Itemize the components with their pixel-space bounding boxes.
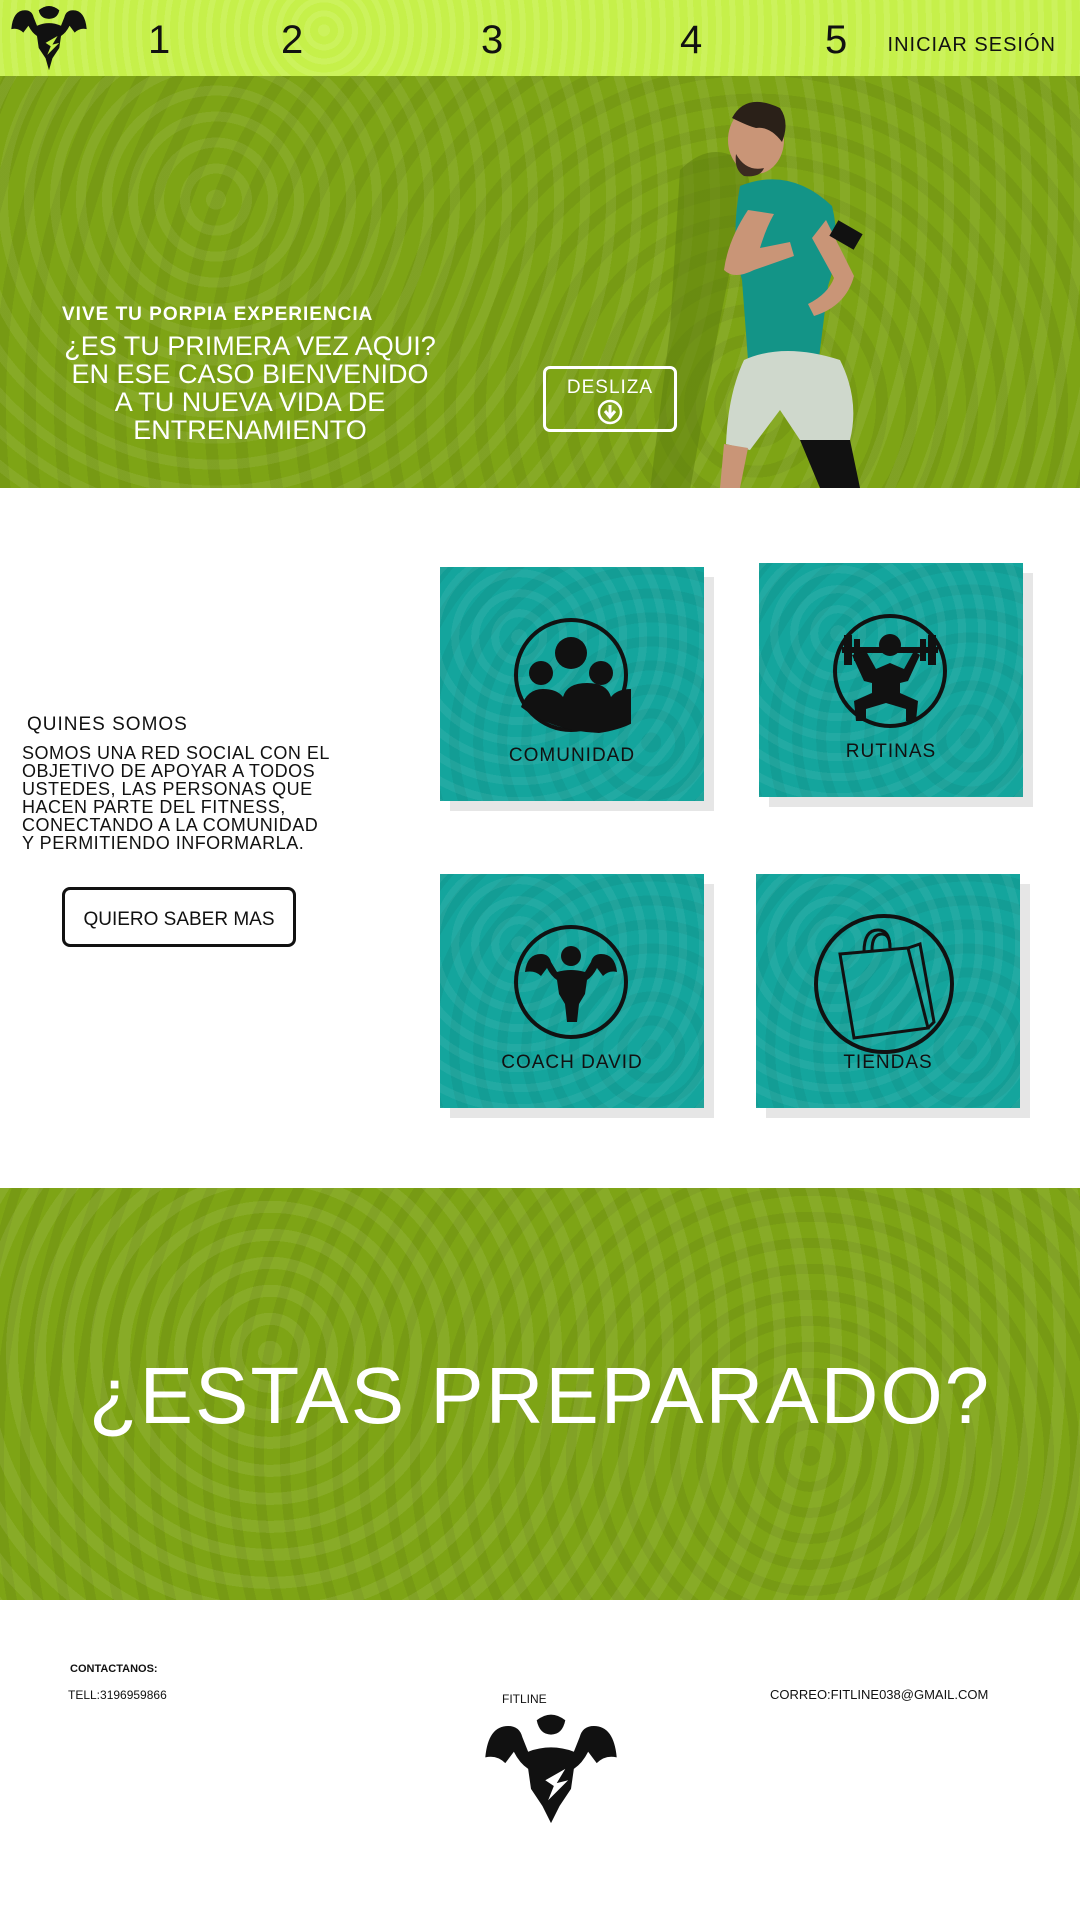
runner-image xyxy=(650,101,863,488)
card-label: RUTINAS xyxy=(845,741,937,762)
hero-tagline: VIVE TU PORPIA EXPERIENCIA xyxy=(62,304,374,325)
card-label: COACH DAVID xyxy=(501,1052,643,1073)
card-label: TIENDAS xyxy=(843,1052,933,1073)
learn-more-button[interactable]: QUIERO SABER MAS xyxy=(62,887,296,947)
ready-banner: ¿ESTAS PREPARADO? xyxy=(0,1188,1080,1600)
hero-title: ¿ES TU PRIMERA VEZ AQUI? EN ESE CASO BIE… xyxy=(64,331,436,445)
login-link[interactable]: INICIAR SESIÓN xyxy=(888,34,1056,57)
shopping-bag-icon xyxy=(814,914,954,1054)
card-label: COMUNIDAD xyxy=(508,745,636,766)
arrow-down-circle-icon xyxy=(597,399,623,425)
community-icon xyxy=(514,618,631,733)
about-text: SOMOS UNA RED SOCIAL CON EL OBJETIVO DE … xyxy=(22,743,330,853)
card-community[interactable]: COMUNIDAD xyxy=(440,567,704,801)
banner-heading: ¿ESTAS PREPARADO? xyxy=(88,1351,992,1440)
nav-item-5[interactable]: 5 xyxy=(825,18,847,63)
scroll-label: DESLIZA xyxy=(566,377,654,398)
card-coach[interactable]: COACH DAVID xyxy=(440,874,704,1108)
bodybuilder-icon xyxy=(514,925,628,1039)
nav-item-1[interactable]: 1 xyxy=(148,18,170,63)
email-text: CORREO:FITLINE038@GMAIL.COM xyxy=(770,1687,989,1702)
card-routines[interactable]: RUTINAS xyxy=(759,563,1023,797)
bodybuilder-logo-icon[interactable] xyxy=(6,0,92,72)
nav-item-2[interactable]: 2 xyxy=(281,18,303,63)
weightlifting-icon xyxy=(833,614,947,728)
nav-item-4[interactable]: 4 xyxy=(680,18,702,63)
brand-name: FITLINE xyxy=(502,1692,547,1706)
card-stores[interactable]: TIENDAS xyxy=(756,874,1020,1108)
top-nav: 1 2 3 4 5 INICIAR SESIÓN xyxy=(0,0,1080,76)
about-title: QUINES SOMOS xyxy=(27,714,188,735)
contact-title: CONTACTANOS: xyxy=(70,1663,158,1675)
hero-section: VIVE TU PORPIA EXPERIENCIA ¿ES TU PRIMER… xyxy=(0,76,1080,488)
bodybuilder-logo-icon xyxy=(485,1714,617,1824)
scroll-button[interactable]: DESLIZA xyxy=(543,366,677,432)
phone-text: TELL:3196959866 xyxy=(68,1688,167,1702)
nav-item-3[interactable]: 3 xyxy=(481,18,503,63)
